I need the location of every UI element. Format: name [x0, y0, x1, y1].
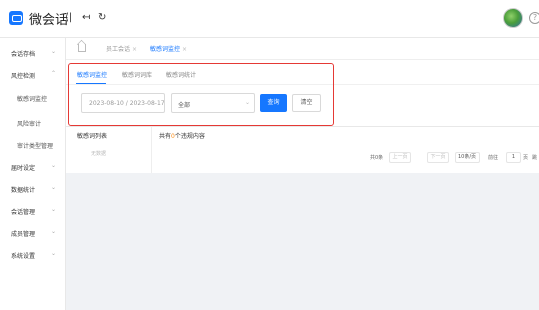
pagination-total: 共0条 [370, 155, 384, 161]
tab-sensitive-monitor[interactable]: 敏感词监控 × [150, 44, 187, 53]
tab-label: 敏感词监控 [150, 46, 181, 53]
chevron-up-icon: ⌃ [51, 70, 57, 77]
sidebar-item-label: 数据统计 [11, 187, 36, 194]
chevron-down-icon: ⌄ [51, 250, 57, 257]
chevron-down-icon: ⌄ [51, 184, 57, 191]
sidebar-item-label: 会话存档 [11, 51, 36, 58]
back-icon[interactable]: ↤ [82, 12, 90, 24]
page-size-select[interactable]: 10条/页 [455, 152, 480, 163]
sidebar-item-settings[interactable]: 系统设置 ⌄ [0, 246, 66, 264]
sidebar-item-archive[interactable]: 会话存档 ⌄ [0, 44, 66, 62]
tab-employee-sessions[interactable]: 员工会话 × [106, 44, 137, 53]
sidebar-item-risk-control[interactable]: 风控检测 ⌃ [0, 66, 66, 84]
sidebar-item-sensitive-monitor[interactable]: 敏感词监控 [0, 89, 66, 107]
sidebar-item-statistics[interactable]: 数据统计 ⌄ [0, 180, 66, 198]
page-size-value: 10条/页 [458, 154, 477, 160]
chevron-down-icon: ⌄ [51, 162, 57, 169]
home-icon[interactable] [78, 44, 86, 52]
chat-logo-icon [9, 11, 23, 25]
page-number-input[interactable]: 1 [506, 152, 521, 163]
chevron-down-icon: ⌄ [51, 206, 57, 213]
divider [151, 127, 152, 173]
goto-label: 前往 [488, 155, 499, 161]
close-icon[interactable]: × [132, 46, 137, 53]
top-bar: 微会话 ⟨| ↤ ↻ ? [0, 0, 539, 38]
sidebar: 会话存档 ⌄ 风控检测 ⌃ 敏感词监控 风险审计 审计类型管理 届时设定 ⌄ 数… [0, 38, 66, 310]
violation-summary: 共有0个违规内容 [159, 131, 205, 140]
next-page-button[interactable]: 下一页 [427, 152, 449, 163]
sensitive-word-list-title: 敏感词列表 [77, 133, 108, 140]
sidebar-item-label: 会话管理 [11, 209, 36, 216]
sidebar-item-risk-audit[interactable]: 风险审计 [0, 114, 66, 132]
summary-suffix: 个违规内容 [174, 133, 205, 140]
refresh-icon[interactable]: ↻ [98, 12, 106, 24]
sidebar-item-label: 系统设置 [11, 253, 36, 260]
sidebar-item-label: 成员管理 [11, 231, 36, 238]
empty-state: 无数据 [91, 151, 107, 157]
highlight-box [68, 63, 334, 126]
list-panel [66, 127, 539, 173]
sidebar-item-label: 风险审计 [17, 121, 42, 128]
page-unit-label: 页 [523, 155, 529, 161]
jump-label: 跳 [532, 155, 538, 161]
sidebar-item-sessions[interactable]: 会话管理 ⌄ [0, 202, 66, 220]
close-icon[interactable]: × [182, 46, 187, 53]
sidebar-item-schedule[interactable]: 届时设定 ⌄ [0, 158, 66, 176]
sidebar-item-label: 届时设定 [11, 165, 36, 172]
avatar[interactable] [503, 8, 523, 28]
sidebar-item-label: 审计类型管理 [17, 143, 54, 150]
tab-label: 员工会话 [106, 46, 131, 53]
sidebar-item-label: 敏感词监控 [17, 96, 48, 103]
prev-page-button[interactable]: 上一页 [389, 152, 411, 163]
summary-prefix: 共有 [159, 133, 172, 140]
chevron-down-icon: ⌄ [51, 48, 57, 55]
sidebar-item-label: 风控检测 [11, 73, 36, 80]
chevron-down-icon: ⌄ [51, 228, 57, 235]
help-icon[interactable]: ? [529, 12, 539, 24]
sidebar-item-audit-types[interactable]: 审计类型管理 [0, 136, 66, 154]
page-tabs-bar: 员工会话 × 敏感词监控 × [66, 38, 539, 60]
app-title: 微会话 [29, 13, 69, 28]
collapse-icon[interactable]: ⟨| [65, 12, 72, 24]
sidebar-item-members[interactable]: 成员管理 ⌄ [0, 224, 66, 242]
